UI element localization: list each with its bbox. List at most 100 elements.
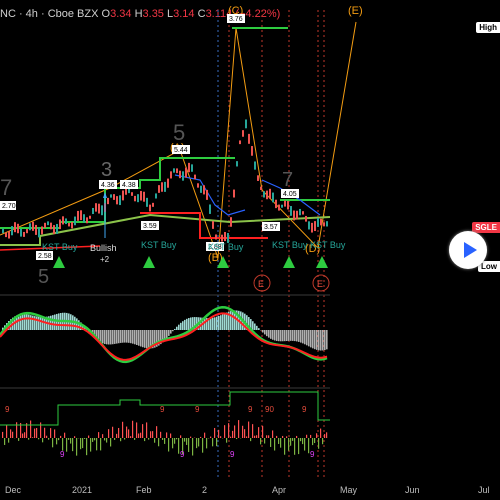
histogram-bar: [120, 330, 122, 343]
price-tag: 4.05: [281, 189, 299, 198]
td-bar: [316, 433, 318, 438]
candle: [182, 171, 184, 181]
candle: [98, 203, 100, 214]
td-bar: [184, 438, 186, 442]
td-bar: [74, 436, 76, 438]
td-bar: [236, 438, 238, 440]
td-bar: [268, 435, 270, 438]
candle: [32, 221, 34, 231]
td-bar: [146, 422, 148, 438]
td-bar: [310, 434, 312, 438]
td-bar: [292, 438, 294, 441]
candle: [101, 205, 103, 216]
histogram-bar: [204, 317, 206, 330]
candle: [197, 183, 199, 188]
histogram-bar: [222, 314, 224, 330]
td-bar: [250, 438, 252, 442]
event-label: E: [317, 279, 323, 289]
price-tag: 3.59: [141, 221, 159, 230]
histogram-bar: [324, 330, 326, 351]
histogram-bar: [286, 330, 288, 342]
td-bar: [260, 438, 262, 445]
td-bar: [220, 436, 222, 438]
candle: [8, 231, 10, 239]
td-bar: [104, 438, 106, 441]
td-bar: [170, 433, 172, 438]
triangle-up-icon: [283, 256, 295, 268]
histogram-bar: [322, 330, 324, 351]
candle: [203, 185, 205, 195]
histogram-bar: [138, 330, 140, 346]
td-bar: [286, 436, 288, 438]
td-bar: [38, 438, 40, 440]
histogram-bar: [20, 314, 22, 330]
histogram-bar: [42, 317, 44, 330]
td-bar: [50, 428, 52, 438]
signal-label: KST Buy: [272, 240, 308, 250]
td-count: 9: [5, 405, 10, 414]
td-step-line: [0, 391, 330, 426]
histogram-bar: [220, 315, 222, 330]
td-count: 9: [160, 405, 165, 414]
td-bar: [24, 432, 26, 438]
td-bar: [62, 438, 64, 451]
candle: [254, 161, 256, 170]
histogram-bar: [230, 311, 232, 330]
histogram-bar: [278, 330, 280, 342]
td-bar: [138, 433, 140, 438]
candle: [92, 207, 94, 215]
td-bar: [120, 438, 122, 442]
histogram-bar: [30, 315, 32, 330]
histogram-bar: [252, 321, 254, 330]
td-bar: [224, 425, 226, 438]
candle: [152, 202, 154, 207]
td-bar: [256, 435, 258, 438]
candle: [161, 182, 163, 192]
histogram-bar: [312, 330, 314, 349]
td-bar: [210, 436, 212, 438]
candle: [167, 178, 169, 188]
histogram-bar: [264, 330, 266, 335]
play-button[interactable]: [449, 231, 487, 269]
price-tag: 3.76: [227, 14, 245, 23]
price-tag: 4.36: [99, 180, 117, 189]
td-bar: [242, 425, 244, 438]
svg-text:5.44: 5.44: [174, 147, 188, 154]
histogram-bar: [254, 323, 256, 330]
candle: [278, 204, 280, 211]
td-bar: [160, 431, 162, 438]
candle: [11, 226, 13, 236]
histogram-bar: [188, 318, 190, 330]
candle: [293, 210, 295, 221]
td-bar: [218, 429, 220, 438]
td-bar: [206, 438, 208, 449]
histogram-bar: [298, 330, 300, 342]
td-bar: [150, 431, 152, 438]
td-bar: [272, 430, 274, 438]
candle: [131, 192, 133, 196]
histogram-bar: [22, 314, 24, 330]
td-bar: [90, 438, 92, 452]
histogram-bar: [226, 312, 228, 330]
candle: [116, 196, 118, 205]
td-bar: [114, 438, 116, 440]
histogram-bar: [172, 330, 174, 332]
td-bar: [216, 438, 218, 447]
histogram-bar: [126, 330, 128, 343]
td-bar: [106, 438, 108, 443]
candle: [170, 171, 172, 179]
td-bar: [52, 438, 54, 448]
td-bar: [88, 435, 90, 438]
histogram-bar: [276, 330, 278, 341]
td-bar: [280, 438, 282, 448]
histogram-bar: [232, 310, 234, 330]
histogram-bar: [268, 330, 270, 338]
td-bar: [176, 438, 178, 440]
td-bar: [244, 429, 246, 438]
td-bar: [152, 431, 154, 438]
candle: [35, 224, 37, 235]
candle: [305, 215, 307, 222]
histogram-bar: [266, 330, 268, 337]
chart-canvas[interactable]: 7 3 5 7 5 (A) (B) (C) (D) (E) E E 2.70 2…: [0, 0, 500, 500]
histogram-bar: [218, 315, 220, 330]
